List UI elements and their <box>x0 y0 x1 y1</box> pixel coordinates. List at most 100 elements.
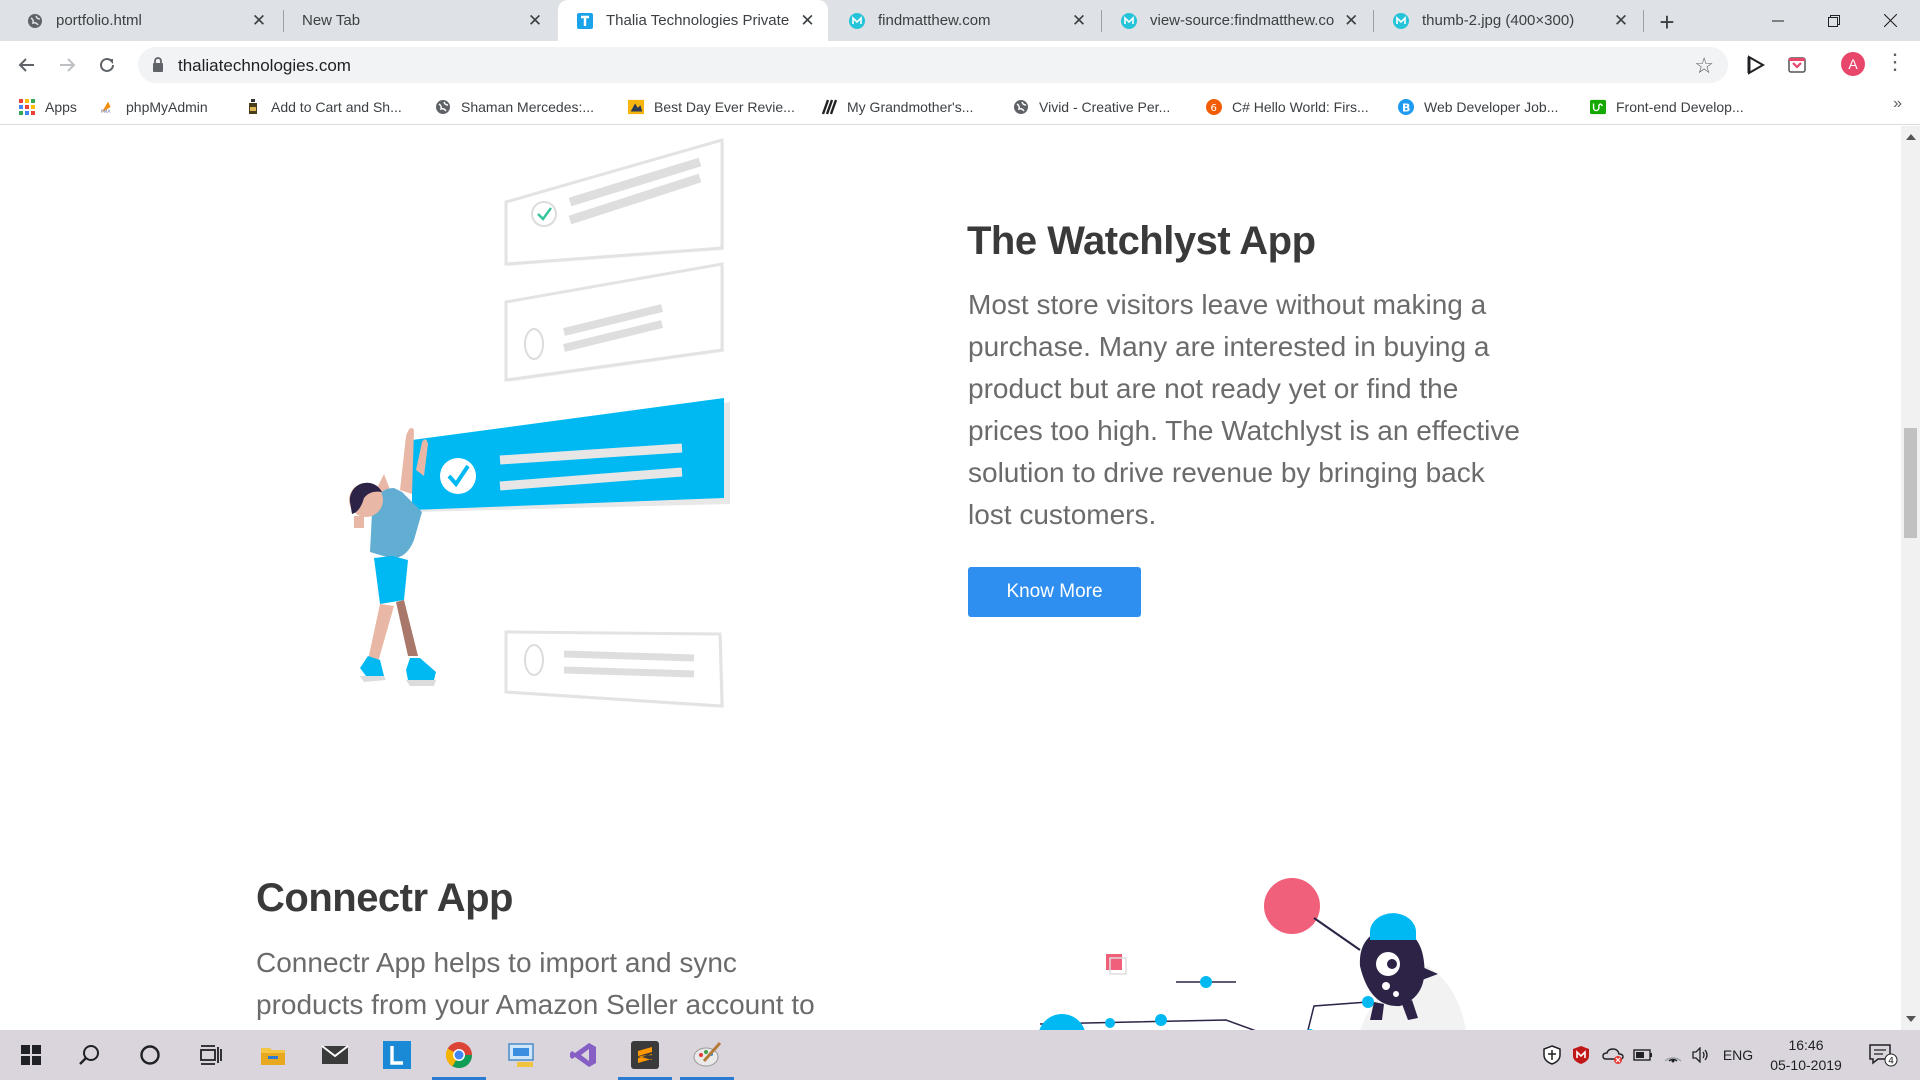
thalia-icon <box>576 12 594 30</box>
windows-taskbar: ENG 16:46 05-10-2019 4 <box>0 1030 1920 1080</box>
task-view-icon[interactable] <box>180 1030 242 1080</box>
clock-time: 16:46 <box>1788 1037 1824 1053</box>
bookmarks-overflow-icon[interactable]: » <box>1893 95 1902 113</box>
clock-date: 05-10-2019 <box>1770 1057 1842 1073</box>
forward-button[interactable] <box>51 49 83 81</box>
bookmark-best-day[interactable]: Best Day Ever Revie... <box>628 97 795 117</box>
bookmark-phpmyadmin[interactable]: PMA phpMyAdmin <box>100 97 208 117</box>
findmatthew-icon <box>1392 12 1410 30</box>
windows-start-icon[interactable] <box>0 1030 62 1080</box>
bookmark-shaman[interactable]: Shaman Mercedes:... <box>435 97 594 117</box>
arrow-right-icon <box>60 58 76 72</box>
browser-toolbar: thaliatechnologies.com ☆ A ⋮ <box>0 41 1920 88</box>
arrow-left-icon <box>18 58 34 72</box>
bookmark-label: Vivid - Creative Per... <box>1039 99 1171 115</box>
close-icon[interactable]: ✕ <box>799 11 816 30</box>
mcafee-icon[interactable] <box>1570 1044 1592 1066</box>
restore-icon <box>1828 14 1840 27</box>
connectr-title: Connectr App <box>256 876 513 920</box>
bookmark-apps[interactable]: Apps <box>19 97 77 117</box>
volume-icon[interactable] <box>1690 1044 1712 1066</box>
scroll-down-icon[interactable] <box>1906 1016 1916 1022</box>
connectr-illustration <box>1039 878 1466 1030</box>
action-center-icon[interactable]: 4 <box>1866 1044 1900 1067</box>
tab-title: Thalia Technologies Private L <box>606 12 791 29</box>
page-viewport: The Watchlyst App Most store visitors le… <box>0 126 1901 1030</box>
scrollbar-thumb[interactable] <box>1904 428 1917 538</box>
security-shield-icon[interactable] <box>1541 1044 1563 1066</box>
bookmark-label: Add to Cart and Sh... <box>271 99 402 115</box>
bottle-icon <box>245 99 261 115</box>
file-explorer-icon[interactable] <box>242 1030 304 1080</box>
battery-icon[interactable] <box>1632 1044 1654 1066</box>
globe-icon <box>1013 99 1029 115</box>
chrome-icon[interactable] <box>428 1030 490 1080</box>
system-clock[interactable]: 16:46 05-10-2019 <box>1766 1035 1846 1075</box>
checklist-card-highlighted <box>412 398 730 512</box>
menu-kebab-icon[interactable]: ⋮ <box>1884 51 1906 73</box>
visual-studio-icon[interactable] <box>552 1030 614 1080</box>
bookmark-star-icon[interactable]: ☆ <box>1694 53 1714 79</box>
back-button[interactable] <box>11 49 43 81</box>
close-icon[interactable]: ✕ <box>1342 11 1360 30</box>
tab-strip: portfolio.html ✕ New Tab ✕ Thalia Techno… <box>0 0 1920 41</box>
bookmarks-bar: Apps PMA phpMyAdmin Add to Cart and Sh..… <box>0 88 1920 125</box>
tab-separator <box>1643 10 1644 32</box>
lock-icon[interactable] <box>152 57 164 72</box>
tab-view-source[interactable]: view-source:findmatthew.cor ✕ <box>1102 0 1372 41</box>
tab-new-tab[interactable]: New Tab ✕ <box>284 0 556 41</box>
globe-icon <box>26 12 44 30</box>
onedrive-error-icon[interactable] <box>1601 1044 1625 1066</box>
watchlyst-title: The Watchlyst App <box>967 219 1316 263</box>
control-panel-icon[interactable] <box>490 1030 552 1080</box>
mail-icon[interactable] <box>304 1030 366 1080</box>
profile-avatar[interactable]: A <box>1841 52 1865 76</box>
l-app-icon[interactable] <box>366 1030 428 1080</box>
tab-title: findmatthew.com <box>878 12 991 29</box>
page-scrollbar[interactable] <box>1901 126 1920 1030</box>
bookmark-label: Front-end Develop... <box>1616 99 1744 115</box>
extension-pocket-icon[interactable] <box>1785 53 1809 77</box>
minimize-button[interactable] <box>1754 0 1802 41</box>
close-icon[interactable]: ✕ <box>1612 11 1630 30</box>
restore-button[interactable] <box>1810 0 1858 41</box>
tab-thalia[interactable]: Thalia Technologies Private L ✕ <box>558 0 828 41</box>
bookmark-vivid[interactable]: Vivid - Creative Per... <box>1013 97 1170 117</box>
tab-portfolio[interactable]: portfolio.html ✕ <box>8 0 280 41</box>
tab-title: New Tab <box>302 12 361 29</box>
language-indicator[interactable]: ENG <box>1719 1044 1757 1066</box>
reload-button[interactable] <box>91 49 123 81</box>
globe-icon <box>435 99 451 115</box>
address-bar[interactable]: thaliatechnologies.com ☆ <box>138 47 1728 83</box>
tab-findmatthew[interactable]: findmatthew.com ✕ <box>830 0 1100 41</box>
bookmark-add-to-cart[interactable]: Add to Cart and Sh... <box>245 97 402 117</box>
new-tab-button[interactable]: + <box>1653 7 1681 37</box>
watchlyst-description: Most store visitors leave without making… <box>968 284 1568 536</box>
know-more-button[interactable]: Know More <box>968 567 1141 617</box>
bookmark-label: Apps <box>45 99 77 115</box>
url-text[interactable]: thaliatechnologies.com <box>178 56 351 76</box>
close-window-button[interactable] <box>1866 0 1914 41</box>
bookmark-web-developer[interactable]: B Web Developer Job... <box>1398 97 1558 117</box>
scroll-up-icon[interactable] <box>1906 134 1916 140</box>
bookmark-label: phpMyAdmin <box>126 99 208 115</box>
cortana-icon[interactable] <box>119 1030 181 1080</box>
bookmark-grandmother[interactable]: My Grandmother's... <box>821 97 973 117</box>
bookmark-label: Best Day Ever Revie... <box>654 99 795 115</box>
bookmark-csharp[interactable]: 6 C# Hello World: Firs... <box>1206 97 1369 117</box>
paint-icon[interactable] <box>676 1030 738 1080</box>
wifi-icon[interactable] <box>1662 1044 1684 1066</box>
sublime-text-icon[interactable] <box>614 1030 676 1080</box>
watchlyst-line: prices too high. The Watchlyst is an eff… <box>968 415 1520 446</box>
close-icon[interactable]: ✕ <box>526 11 544 30</box>
search-icon[interactable] <box>58 1030 120 1080</box>
minimize-icon <box>1772 20 1784 21</box>
tab-thumb[interactable]: thumb-2.jpg (400×300) ✕ <box>1374 0 1642 41</box>
close-icon[interactable]: ✕ <box>250 11 268 30</box>
close-icon[interactable]: ✕ <box>1070 11 1088 30</box>
extension-play-icon[interactable] <box>1744 53 1768 77</box>
watchlyst-line: purchase. Many are interested in buying … <box>968 331 1490 362</box>
csharp-icon: 6 <box>1206 99 1222 115</box>
tab-title: portfolio.html <box>56 12 142 29</box>
bookmark-front-end[interactable]: Front-end Develop... <box>1590 97 1744 117</box>
